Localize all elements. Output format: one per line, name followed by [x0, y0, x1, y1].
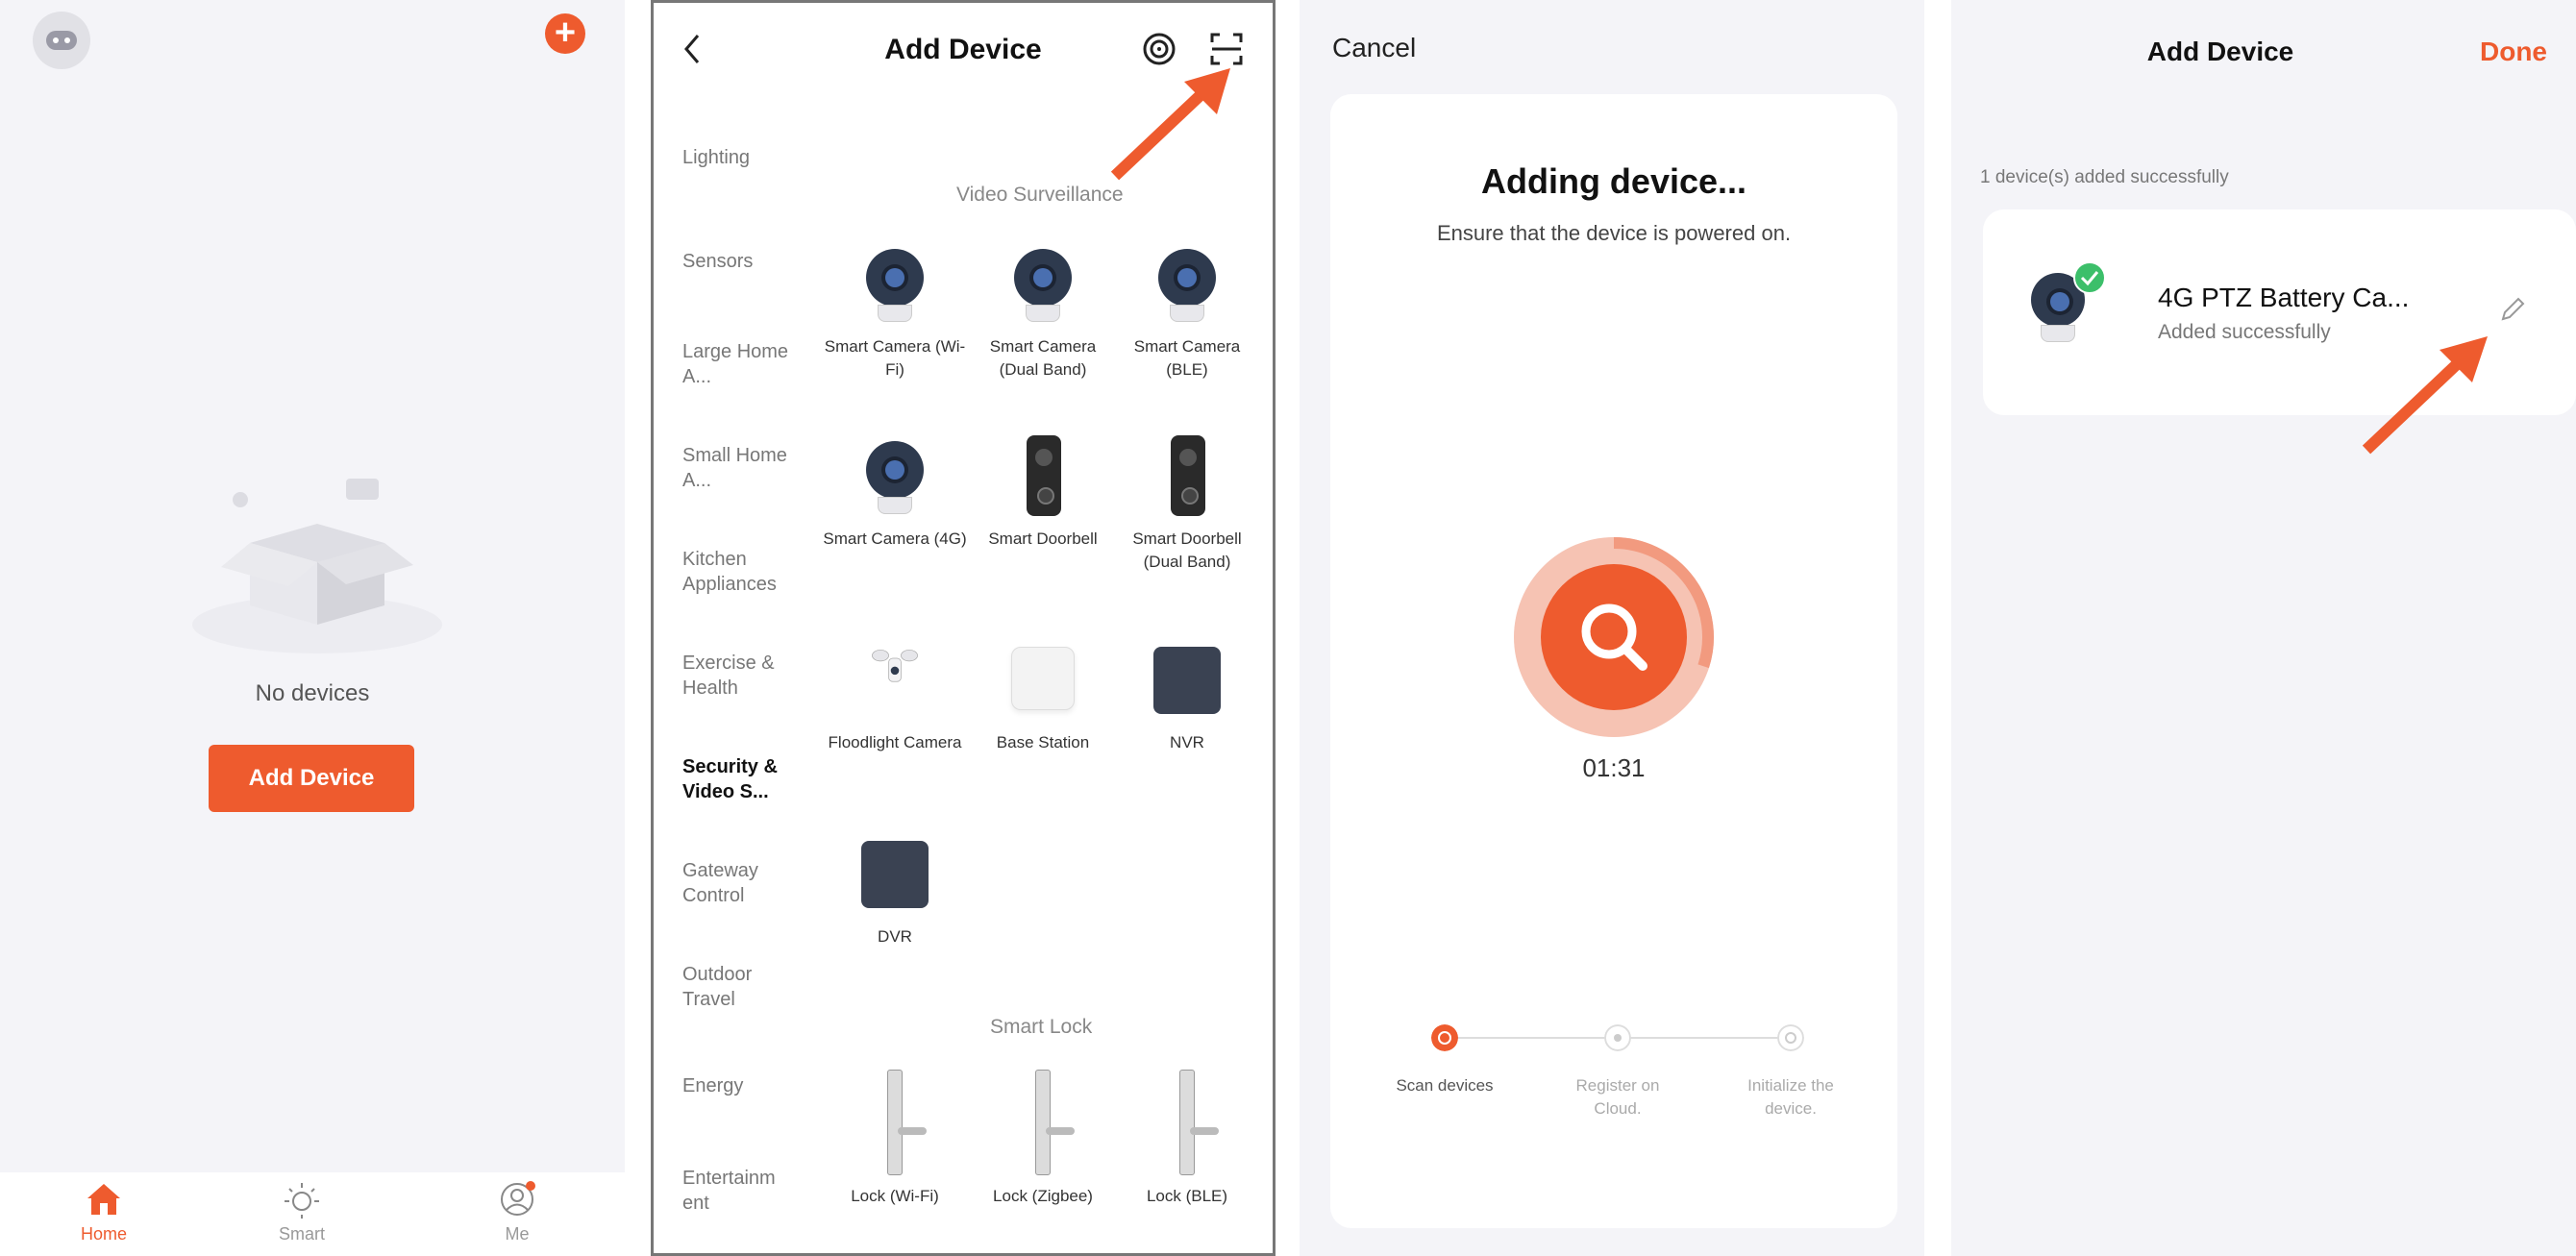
step-connector: [1617, 1037, 1790, 1039]
category-kitchen[interactable]: Kitchen Appliances: [682, 547, 798, 597]
section-video-surveillance: Video Surveillance: [956, 184, 1124, 206]
device-item[interactable]: Smart Doorbell (Dual Band): [1115, 433, 1259, 574]
adding-title: Adding device...: [1480, 161, 1747, 201]
device-label: Floodlight Camera: [828, 733, 962, 751]
scan-step-icon: [1431, 1024, 1458, 1051]
nvr-icon: [1144, 637, 1230, 724]
init-step-icon: [1777, 1024, 1804, 1051]
adding-subtitle: Ensure that the device is powered on.: [1436, 221, 1792, 245]
tab-bar: Home Smart Me: [0, 1172, 625, 1256]
device-label: Smart Doorbell: [988, 529, 1098, 548]
category-energy[interactable]: Energy: [682, 1073, 798, 1098]
lock-icon: [1000, 1070, 1086, 1177]
device-item[interactable]: NVR: [1115, 637, 1259, 754]
camera-icon: [1000, 241, 1086, 328]
device-item[interactable]: Lock (Wi-Fi): [823, 1070, 967, 1208]
robot-avatar-icon[interactable]: [33, 12, 90, 69]
category-large-home[interactable]: Large Home A...: [682, 339, 798, 389]
device-label: DVR: [878, 927, 912, 946]
device-item[interactable]: Smart Camera (BLE): [1115, 241, 1259, 382]
category-exercise[interactable]: Exercise & Health: [682, 651, 798, 701]
device-item[interactable]: Floodlight Camera: [823, 637, 967, 754]
pencil-icon[interactable]: [2497, 294, 2528, 325]
section-smart-lock: Smart Lock: [990, 1016, 1093, 1038]
doorbell-icon: [1000, 433, 1086, 520]
device-status: Added successfully: [2158, 321, 2331, 343]
result-title: Add Device: [2146, 37, 2294, 66]
add-result-screen: Add Device Done 1 device(s) added succes…: [1951, 0, 2576, 1256]
device-label: NVR: [1170, 733, 1204, 751]
category-small-home[interactable]: Small Home A...: [682, 443, 798, 493]
camera-icon: [1144, 241, 1230, 328]
search-icon: [1514, 537, 1714, 737]
device-item[interactable]: Lock (Zigbee): [971, 1070, 1115, 1208]
category-gateway[interactable]: Gateway Control: [682, 858, 798, 908]
device-item[interactable]: Base Station: [971, 637, 1115, 754]
device-label: Smart Camera (4G): [823, 529, 967, 548]
device-label: Lock (Wi-Fi): [851, 1187, 939, 1205]
step-label-register: Register on Cloud.: [1575, 1076, 1660, 1118]
camera-icon: [852, 241, 938, 328]
home-icon: [87, 1184, 120, 1215]
home-screen: + No devices Add Device Home Smart Me: [0, 0, 625, 1256]
device-item[interactable]: Smart Doorbell: [971, 433, 1115, 551]
lock-icon: [1144, 1070, 1230, 1177]
category-lighting[interactable]: Lighting: [682, 145, 798, 170]
tab-smart[interactable]: Smart: [244, 1180, 359, 1244]
device-name: 4G PTZ Battery Ca...: [2158, 283, 2410, 312]
red-arrow-icon: [1110, 68, 1230, 181]
doorbell-icon: [1144, 433, 1230, 520]
result-summary: 1 device(s) added successfully: [1980, 167, 2229, 187]
device-item[interactable]: Smart Camera (Wi-Fi): [823, 241, 967, 382]
camera-icon: [852, 433, 938, 520]
device-label: Smart Doorbell (Dual Band): [1132, 529, 1242, 571]
category-security[interactable]: Security & Video S...: [682, 754, 798, 804]
cancel-button[interactable]: Cancel: [1332, 33, 1416, 63]
empty-box-icon: [192, 479, 442, 653]
device-label: Smart Camera (Dual Band): [989, 337, 1097, 379]
base-station-icon: [1000, 637, 1086, 724]
add-device-button[interactable]: Add Device: [209, 745, 414, 812]
tab-label: Smart: [278, 1224, 325, 1244]
tab-label: Me: [505, 1224, 530, 1244]
countdown-timer: 01:31: [1582, 753, 1646, 782]
dvr-icon: [852, 831, 938, 918]
category-entertainment[interactable]: Entertainm ent: [682, 1166, 798, 1216]
empty-state-text: No devices: [255, 680, 370, 706]
device-item[interactable]: Smart Camera (Dual Band): [971, 241, 1115, 382]
tab-me[interactable]: Me: [459, 1180, 575, 1244]
sun-icon: [285, 1183, 319, 1219]
tab-label: Home: [80, 1224, 127, 1244]
adding-device-screen: Cancel Adding device... Ensure that the …: [1300, 0, 1924, 1256]
device-label: Smart Camera (BLE): [1133, 337, 1241, 379]
device-label: Lock (BLE): [1146, 1187, 1228, 1205]
red-arrow-icon: [2362, 336, 2488, 455]
device-label: Smart Camera (Wi-Fi): [824, 337, 966, 379]
check-badge-icon: [2073, 261, 2106, 294]
device-label: Base Station: [996, 733, 1090, 751]
step-label-scan: Scan devices: [1396, 1076, 1494, 1095]
device-label: Lock (Zigbee): [993, 1187, 1093, 1205]
cloud-step-icon: [1604, 1024, 1631, 1051]
floodlight-icon: [852, 637, 938, 724]
step-label-initialize: Initialize the device.: [1747, 1076, 1834, 1118]
device-item[interactable]: Smart Camera (4G): [823, 433, 967, 551]
add-device-screen: Add Device Lighting Sensors Large Home A…: [651, 0, 1276, 1256]
device-item[interactable]: DVR: [823, 831, 967, 948]
done-button[interactable]: Done: [2480, 37, 2547, 67]
tab-home[interactable]: Home: [46, 1180, 161, 1244]
person-icon: [501, 1181, 535, 1216]
lock-icon: [852, 1070, 938, 1177]
category-outdoor[interactable]: Outdoor Travel: [682, 962, 798, 1012]
device-item[interactable]: Lock (BLE): [1115, 1070, 1259, 1208]
plus-icon[interactable]: +: [545, 13, 585, 54]
step-connector: [1444, 1037, 1617, 1039]
category-sensors[interactable]: Sensors: [682, 249, 798, 274]
progress-card: Adding device... Ensure that the device …: [1330, 94, 1897, 1228]
